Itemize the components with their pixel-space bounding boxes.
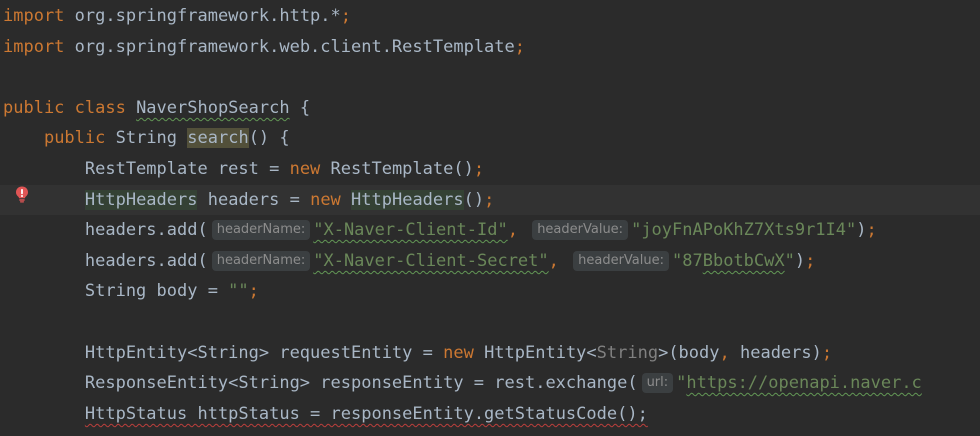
parameter-hint: headerValue:	[573, 250, 670, 271]
code-line-text: ResponseEntity<String> responseEntity = …	[3, 368, 922, 399]
parameter-hint: headerName:	[211, 250, 311, 271]
code-token: public	[43, 128, 116, 149]
code-token: String body =	[3, 281, 229, 302]
code-token: public class	[3, 97, 137, 118]
error-bulb-icon[interactable]	[13, 185, 31, 203]
code-token: headers)	[739, 342, 822, 363]
code-token: String	[115, 128, 188, 149]
code-token: )	[856, 220, 867, 241]
code-token: HttpStatus httpStatus = responseEntity.g…	[84, 403, 648, 424]
code-line[interactable]: public String search() {	[0, 123, 980, 154]
code-line-text: headers.add(headerName: "X-Naver-Client-S…	[3, 246, 815, 277]
code-token: ResponseEntity<String> responseEntity = …	[3, 373, 638, 394]
code-line[interactable]: public class NaverShopSearch {	[0, 93, 980, 124]
code-line[interactable]: import org.springframework.web.client.Re…	[0, 32, 980, 63]
code-token: org.springframework.http.*	[74, 6, 341, 26]
code-token: "joyFnAPoKhZ7Xts9r1I4"	[631, 220, 857, 241]
code-token: "87	[672, 250, 703, 271]
code-token: new	[289, 159, 331, 179]
code-line-text: RestTemplate rest = new RestTemplate();	[3, 154, 484, 185]
code-token: headers =	[197, 189, 311, 210]
code-line[interactable]: headers.add(headerName: "X-Naver-Client-I…	[0, 215, 980, 246]
code-token: import	[3, 6, 75, 26]
code-line-text: HttpHeaders headers = new HttpHeaders();	[3, 185, 494, 216]
code-token: HttpEntity<	[484, 342, 597, 363]
code-token: HttpEntity<String> requestEntity =	[3, 342, 444, 363]
code-token: ;	[866, 220, 877, 241]
code-token: import	[3, 36, 75, 57]
code-line-text: HttpStatus httpStatus = responseEntity.g…	[3, 399, 648, 430]
code-token: "X-Naver-Client-Secret"	[313, 250, 549, 271]
code-line-text: String body = "";	[3, 276, 259, 307]
code-editor[interactable]: import org.springframework.http.*; import…	[0, 0, 980, 436]
code-token: ()	[463, 189, 485, 210]
code-line-text: import org.springframework.web.client.Re…	[3, 32, 525, 63]
code-line-text: HttpEntity<String> requestEntity = new H…	[3, 338, 832, 369]
code-token: RestTemplate rest =	[3, 159, 290, 179]
code-token: ,	[507, 220, 529, 241]
code-token: ;	[340, 6, 352, 26]
code-token: headers.add(	[3, 220, 208, 241]
code-line-text: headers.add(headerName: "X-Naver-Client-I…	[3, 215, 877, 246]
code-token: new	[443, 342, 485, 363]
code-token: ""	[228, 281, 249, 302]
code-token: new	[310, 189, 352, 210]
parameter-hint: headerName:	[211, 220, 311, 241]
code-token: headers.add(	[3, 250, 208, 271]
code-token: () {	[248, 128, 290, 149]
code-token: HttpHeaders	[84, 189, 198, 210]
code-line[interactable]: ResponseEntity<String> responseEntity = …	[0, 368, 980, 399]
code-token: "	[676, 373, 687, 394]
code-line[interactable]: HttpEntity<String> requestEntity = new H…	[0, 338, 980, 369]
code-token: search	[187, 128, 249, 149]
code-token: ;	[473, 159, 485, 179]
code-line[interactable]: import org.springframework.http.*;	[0, 1, 980, 32]
code-token: ,	[719, 342, 740, 363]
code-line[interactable]: RestTemplate rest = new RestTemplate();	[0, 154, 980, 185]
code-token: HttpHeaders	[351, 189, 464, 210]
code-token: BbotbCwX	[702, 250, 785, 271]
code-line-text: import org.springframework.http.*;	[3, 1, 351, 32]
code-token: NaverShopSearch	[136, 97, 290, 118]
code-token: "X-Naver-Client-Id"	[313, 220, 508, 241]
code-line[interactable]	[0, 307, 980, 338]
code-token: )	[794, 250, 806, 271]
code-line[interactable]: String body = "";	[0, 276, 980, 307]
code-line[interactable]: HttpStatus httpStatus = responseEntity.g…	[0, 399, 980, 430]
code-token: https://openapi.naver.c	[686, 373, 922, 394]
code-token: ;	[805, 250, 816, 271]
code-token: ;	[248, 281, 259, 302]
code-token: String	[596, 342, 659, 363]
code-line-text: public String search() {	[3, 123, 290, 154]
code-token: ;	[484, 189, 495, 210]
code-token: {	[289, 97, 311, 118]
code-token: RestTemplate()	[330, 159, 474, 179]
code-token: "	[784, 250, 795, 271]
parameter-hint: url:	[641, 373, 674, 394]
code-token: ;	[514, 36, 526, 57]
code-token: >(body	[658, 342, 720, 363]
code-token: ,	[548, 250, 570, 271]
parameter-hint: headerValue:	[532, 220, 629, 241]
code-line[interactable]: headers.add(headerName: "X-Naver-Client-S…	[0, 246, 980, 277]
code-line[interactable]	[0, 62, 980, 93]
code-token: ;	[821, 342, 833, 363]
code-token: org.springframework.web.client.RestTempl…	[74, 36, 515, 57]
code-line[interactable]: HttpHeaders headers = new HttpHeaders();	[0, 184, 980, 216]
code-line-text: public class NaverShopSearch {	[3, 93, 310, 124]
